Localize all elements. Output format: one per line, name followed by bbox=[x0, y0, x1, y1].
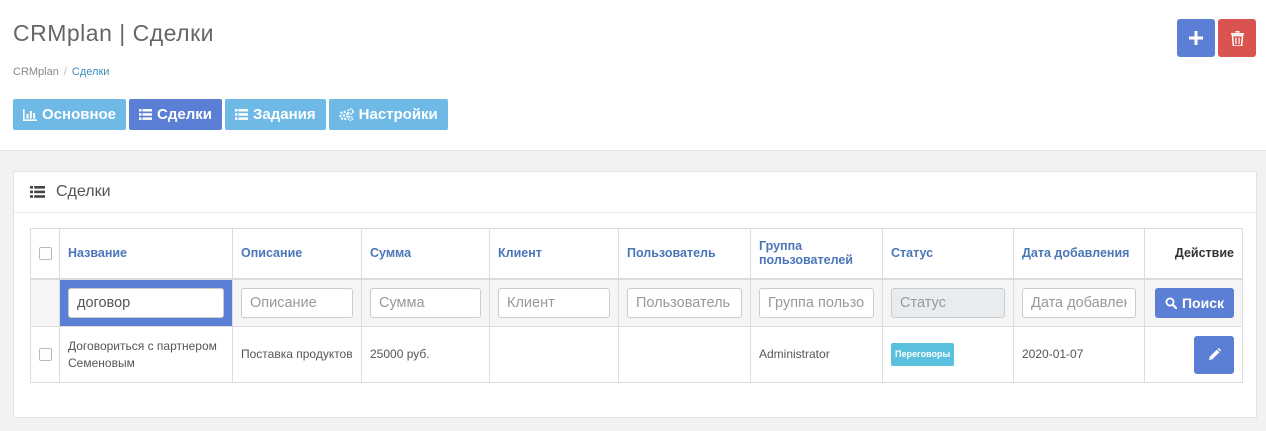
breadcrumb-home[interactable]: CRMplan bbox=[13, 66, 59, 78]
search-icon bbox=[1165, 297, 1177, 309]
pencil-icon bbox=[1208, 348, 1221, 360]
deals-panel: Сделки Название Описание Сумма Клиент По… bbox=[13, 171, 1257, 418]
tab-settings-label: Настройки bbox=[358, 106, 438, 123]
row-select-cell bbox=[30, 326, 60, 383]
table-row[interactable]: Договориться с партнером Семеновым Поста… bbox=[30, 326, 1243, 383]
list-icon bbox=[30, 186, 45, 198]
filter-sum-input[interactable] bbox=[370, 287, 481, 318]
filter-description-input[interactable] bbox=[241, 287, 353, 318]
column-header-status[interactable]: Статус bbox=[882, 228, 1014, 280]
filter-description-cell bbox=[232, 278, 362, 327]
status-badge: Переговоры bbox=[891, 343, 955, 366]
search-button[interactable]: Поиск bbox=[1154, 287, 1234, 318]
filter-user-input[interactable] bbox=[627, 287, 742, 318]
column-header-description[interactable]: Описание bbox=[232, 228, 362, 280]
column-header-date[interactable]: Дата добавления bbox=[1013, 228, 1145, 280]
cell-group: Administrator bbox=[750, 326, 883, 383]
row-checkbox[interactable] bbox=[39, 348, 52, 361]
nav-tabs: Основное Сделки Задания Настройки bbox=[13, 99, 448, 130]
search-button-label: Поиск bbox=[1181, 294, 1224, 311]
column-header-name[interactable]: Название bbox=[59, 228, 233, 280]
filter-action-cell: Поиск bbox=[1144, 278, 1243, 327]
tab-deals-label: Сделки bbox=[157, 106, 212, 123]
deals-table: Название Описание Сумма Клиент Пользоват… bbox=[30, 228, 1243, 383]
tab-deals[interactable]: Сделки bbox=[129, 99, 222, 130]
filter-client-cell bbox=[489, 278, 619, 327]
cell-user bbox=[618, 326, 751, 383]
select-all-checkbox[interactable] bbox=[39, 246, 52, 260]
page-title: CRMplan | Сделки bbox=[13, 20, 215, 46]
filter-date-cell bbox=[1013, 278, 1145, 327]
panel-header: Сделки bbox=[14, 172, 1256, 213]
list-icon bbox=[235, 109, 248, 120]
column-header-sum[interactable]: Сумма bbox=[361, 228, 490, 280]
edit-button[interactable] bbox=[1194, 335, 1234, 374]
tab-tasks-label: Задания bbox=[253, 106, 316, 123]
cell-status: Переговоры bbox=[882, 326, 1014, 383]
filter-group-cell bbox=[750, 278, 883, 327]
bar-chart-icon bbox=[23, 108, 37, 121]
list-icon bbox=[139, 109, 153, 120]
plus-icon bbox=[1189, 31, 1203, 45]
cell-description: Поставка продуктов bbox=[232, 326, 362, 383]
breadcrumb-separator: / bbox=[63, 66, 67, 78]
select-all-cell bbox=[30, 228, 60, 280]
trash-icon bbox=[1230, 30, 1244, 46]
filter-name-cell bbox=[59, 278, 233, 327]
cogs-icon bbox=[338, 108, 354, 121]
add-deal-button[interactable] bbox=[1177, 19, 1215, 57]
filter-status-cell bbox=[882, 278, 1014, 327]
filter-status-select[interactable] bbox=[891, 287, 1005, 318]
filter-user-cell bbox=[618, 278, 751, 327]
tab-main[interactable]: Основное bbox=[13, 99, 127, 130]
column-header-client[interactable]: Клиент bbox=[489, 228, 619, 280]
filter-empty-cell bbox=[30, 278, 60, 327]
column-header-action: Действие bbox=[1144, 228, 1243, 280]
cell-action bbox=[1144, 326, 1243, 383]
tab-tasks[interactable]: Задания bbox=[225, 99, 326, 130]
tab-main-label: Основное bbox=[42, 106, 117, 123]
filter-group-input[interactable] bbox=[759, 287, 874, 318]
breadcrumb-current[interactable]: Сделки bbox=[72, 66, 110, 78]
cell-date: 2020-01-07 bbox=[1013, 326, 1145, 383]
table-header-row: Название Описание Сумма Клиент Пользоват… bbox=[30, 228, 1243, 280]
filter-date-input[interactable] bbox=[1022, 287, 1136, 318]
delete-button[interactable] bbox=[1218, 19, 1256, 57]
column-header-user[interactable]: Пользователь bbox=[618, 228, 751, 280]
filter-name-input[interactable] bbox=[68, 287, 224, 318]
tab-settings[interactable]: Настройки bbox=[328, 99, 448, 130]
filter-sum-cell bbox=[361, 278, 490, 327]
cell-sum: 25000 руб. bbox=[361, 326, 490, 383]
cell-client bbox=[489, 326, 619, 383]
cell-name: Договориться с партнером Семеновым bbox=[59, 326, 233, 383]
page-header: CRMplan | Сделки CRMplan / Сделки Основн… bbox=[0, 0, 1266, 151]
column-header-group[interactable]: Группа пользователей bbox=[750, 228, 883, 280]
filter-client-input[interactable] bbox=[498, 287, 610, 318]
breadcrumb: CRMplan / Сделки bbox=[13, 66, 109, 78]
panel-title: Сделки bbox=[56, 183, 111, 200]
filter-row: Поиск bbox=[30, 278, 1243, 327]
